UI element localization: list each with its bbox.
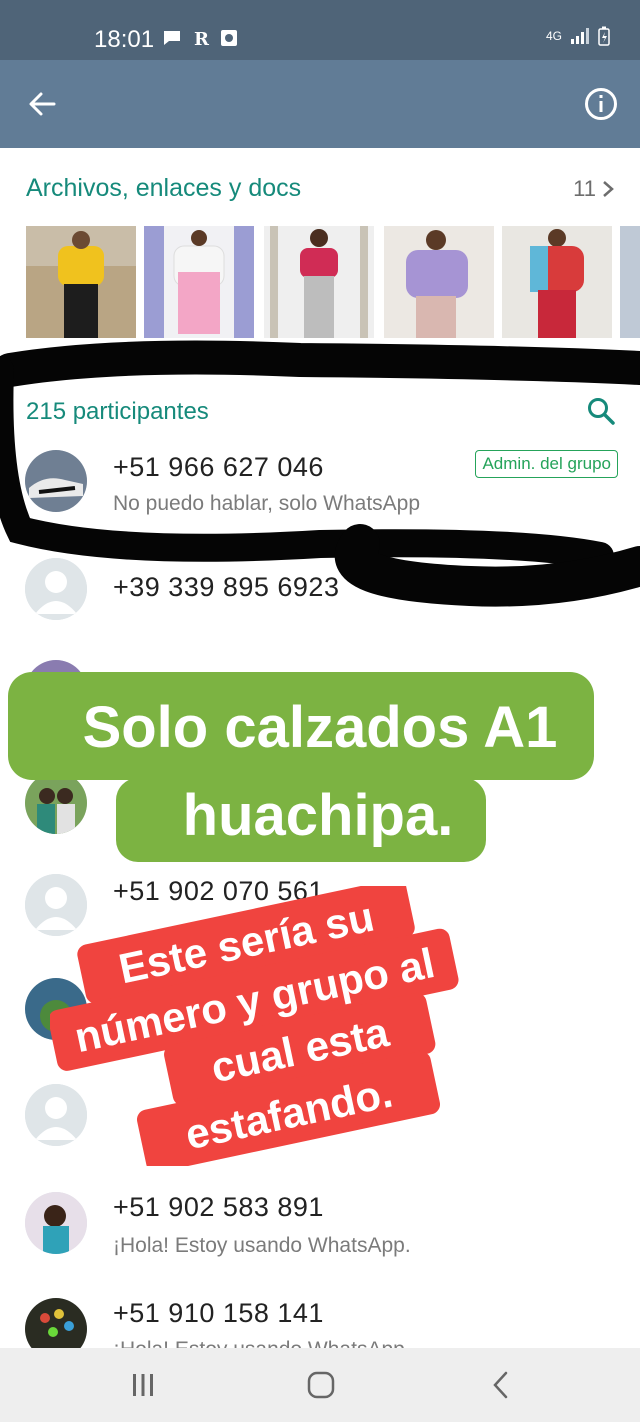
participant-phone: +51 902 583 891 <box>113 1192 324 1222</box>
arrow-left-icon[interactable] <box>26 88 58 120</box>
media-thumbnail[interactable] <box>264 226 374 338</box>
network-type: 4G <box>545 29 562 43</box>
overlay-green-text: huachipa. <box>182 783 454 848</box>
media-section-title[interactable]: Archivos, enlaces y docs <box>26 174 301 203</box>
home-icon[interactable] <box>306 1370 336 1400</box>
status-right-icons: 4G <box>546 26 610 46</box>
back-nav-icon[interactable] <box>490 1370 512 1400</box>
media-thumbnail[interactable] <box>620 226 640 338</box>
media-count-value: 11 <box>573 176 596 201</box>
media-thumbnail[interactable] <box>26 226 136 338</box>
svg-text:R: R <box>194 29 210 48</box>
system-nav-bar <box>0 1348 640 1422</box>
participant-phone: +51 910 158 141 <box>113 1298 324 1328</box>
participant-about: ¡Hola! Estoy usando WhatsApp. <box>113 1234 411 1257</box>
app-bar <box>0 60 640 148</box>
media-thumbnails <box>26 226 640 338</box>
chat-notification-icon <box>164 31 180 45</box>
avatar <box>25 1192 87 1254</box>
app-r-icon: R <box>194 29 210 48</box>
media-count[interactable]: 11 <box>573 176 614 202</box>
status-time: 18:01 <box>94 26 155 53</box>
notification-icons: R <box>162 28 238 48</box>
participant-row[interactable]: +51 902 583 891 ¡Hola! Estoy usando What… <box>0 1190 640 1290</box>
photo-notification-icon <box>221 30 237 46</box>
info-circle-icon[interactable] <box>584 87 618 121</box>
highlight-scribble <box>0 340 640 607</box>
overlay-red-card: Este sería su número y grupo al cual est… <box>50 886 459 1166</box>
media-thumbnail[interactable] <box>144 226 254 338</box>
status-bar: 18:01 R 4G <box>0 0 640 60</box>
media-thumbnail[interactable] <box>384 226 494 338</box>
chevron-right-icon <box>603 181 614 197</box>
battery-icon <box>598 26 610 46</box>
overlay-green-text: Solo calzados A1 <box>82 695 558 760</box>
signal-icon <box>571 28 589 44</box>
recent-apps-icon[interactable] <box>130 1372 156 1398</box>
media-thumbnail[interactable] <box>502 226 612 338</box>
